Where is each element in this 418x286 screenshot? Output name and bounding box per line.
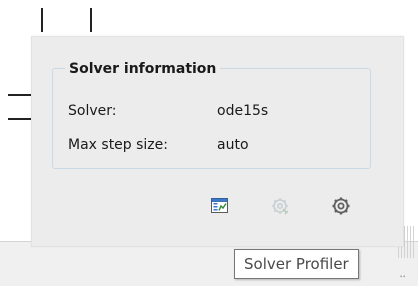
max-step-size-label: Max step size:: [68, 137, 168, 153]
solver-label: Solver:: [68, 103, 117, 119]
solver-report-button[interactable]: [208, 194, 232, 218]
resize-grip-icon[interactable]: ⠤: [399, 270, 406, 281]
solver-report-icon: [211, 198, 228, 213]
group-title: Solver information: [65, 60, 221, 78]
canvas-line: [41, 8, 43, 32]
settings-button[interactable]: [329, 194, 353, 218]
gear-icon: [332, 197, 350, 215]
canvas-line: [90, 8, 92, 32]
max-step-size-value: auto: [217, 137, 249, 153]
solver-reset-button[interactable]: [269, 194, 293, 218]
solver-value: ode15s: [217, 103, 269, 119]
solver-info-panel: Solver information Solver: ode15s Max st…: [31, 36, 404, 247]
tooltip: Solver Profiler: [234, 249, 359, 279]
gear-refresh-icon: [272, 198, 289, 215]
solver-info-group: Solver information Solver: ode15s Max st…: [52, 60, 371, 169]
canvas-area: ⠤ Solver information Solver: ode15s Max …: [0, 0, 418, 286]
